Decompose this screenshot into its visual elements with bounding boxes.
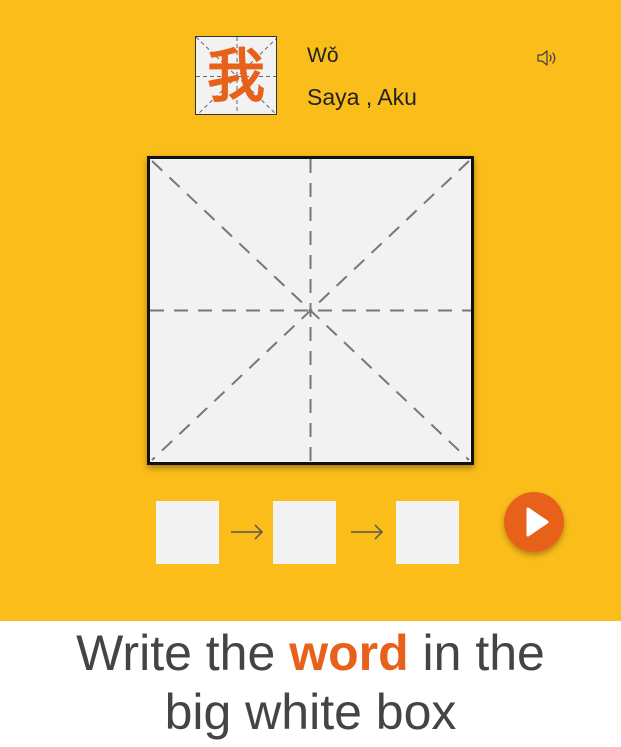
instruction-part-2: in the — [408, 625, 545, 681]
speaker-icon[interactable] — [536, 48, 558, 68]
character-tile: 我 — [195, 36, 277, 115]
meaning-label: Saya , Aku — [307, 84, 417, 110]
stroke-order-box-1 — [156, 501, 219, 564]
writing-practice-panel: 我 Wǒ Saya , Aku — [0, 0, 621, 621]
pinyin-label: Wǒ — [307, 44, 339, 67]
play-icon — [504, 492, 564, 552]
play-button[interactable] — [504, 492, 564, 552]
canvas-guides — [150, 159, 471, 462]
instruction-highlight: word — [289, 625, 409, 681]
instruction-line-2: big white box — [164, 684, 457, 740]
character-glyph: 我 — [206, 41, 265, 110]
instruction-line-1: Write the word in the — [0, 624, 621, 683]
writing-canvas[interactable] — [147, 156, 474, 465]
arrow-right-icon — [231, 524, 264, 540]
arrow-right-icon — [351, 524, 384, 540]
instruction-text: Write the word in the big white box — [0, 621, 621, 747]
stroke-order-box-3 — [396, 501, 459, 564]
stroke-order-box-2 — [273, 501, 336, 564]
instruction-part-1: Write the — [76, 625, 290, 681]
